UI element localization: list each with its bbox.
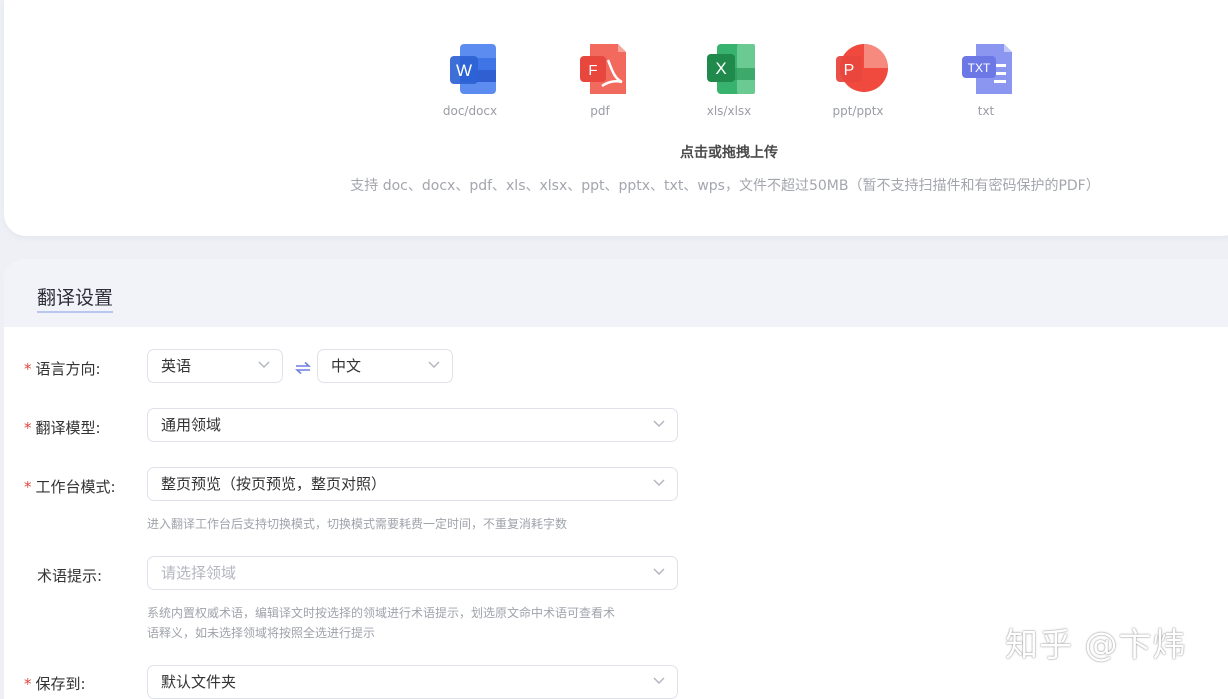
filetype-xls: X xls/xlsx xyxy=(679,40,779,118)
svg-text:W: W xyxy=(456,61,472,80)
target-language-value: 中文 xyxy=(331,357,362,375)
upload-hint: 支持 doc、docx、pdf、xls、xlsx、ppt、pptx、txt、wp… xyxy=(350,178,1100,194)
chevron-down-icon xyxy=(653,479,665,486)
chevron-down-icon xyxy=(258,361,270,368)
save-folder-select[interactable]: 默认文件夹 xyxy=(147,665,678,699)
svg-text:F: F xyxy=(588,62,597,79)
filetype-txt: TXT txt xyxy=(936,40,1036,118)
txt-file-icon: TXT xyxy=(962,44,1012,94)
required-mark: * xyxy=(24,478,32,496)
source-language-select[interactable]: 英语 xyxy=(147,349,283,383)
chevron-down-icon xyxy=(653,568,665,575)
filetype-ppt: P ppt/pptx xyxy=(808,40,908,118)
language-direction-label: * 语言方向: xyxy=(24,360,101,378)
source-language-value: 英语 xyxy=(161,357,192,375)
required-mark: * xyxy=(24,675,32,693)
filetype-doc: W doc/docx xyxy=(420,40,520,118)
workspace-mode-help: 进入翻译工作台后支持切换模式，切换模式需要耗费一定时间，不重复消耗字数 xyxy=(147,517,568,531)
term-hint-help-line1: 系统内置权威术语，编辑译文时按选择的领域进行术语提示，划选原文命中术语可查看术 xyxy=(147,606,616,620)
watermark: 知乎 @卞炜 xyxy=(1005,625,1187,664)
translation-model-select[interactable]: 通用领域 xyxy=(147,408,678,442)
filetype-label: pdf xyxy=(590,104,610,118)
swap-arrows-icon[interactable] xyxy=(295,361,311,375)
workspace-mode-label: * 工作台模式: xyxy=(24,478,116,496)
save-to-label: * 保存到: xyxy=(24,675,86,693)
svg-text:P: P xyxy=(844,62,855,79)
required-mark: * xyxy=(24,419,32,437)
svg-text:X: X xyxy=(715,59,726,78)
target-language-select[interactable]: 中文 xyxy=(317,349,453,383)
filetype-label: txt xyxy=(977,104,995,118)
term-hint-label: 术语提示: xyxy=(37,567,103,585)
upload-title: 点击或拖拽上传 xyxy=(680,145,778,161)
upload-dropzone[interactable]: W doc/docx F pdf X xls/xlsx P ppt/pptx T… xyxy=(4,0,1228,236)
term-domain-select[interactable]: 请选择领域 xyxy=(147,556,678,590)
translation-model-value: 通用领域 xyxy=(161,416,222,434)
filetype-label: doc/docx xyxy=(442,104,498,118)
svg-text:TXT: TXT xyxy=(968,61,991,75)
translation-model-label: * 翻译模型: xyxy=(24,419,101,437)
workspace-mode-select[interactable]: 整页预览（按页预览，整页对照） xyxy=(147,467,678,501)
settings-header: 翻译设置 xyxy=(4,259,1228,327)
excel-icon: X xyxy=(707,44,755,94)
filetype-pdf: F pdf xyxy=(550,40,650,118)
filetype-label: ppt/pptx xyxy=(832,104,884,118)
chevron-down-icon xyxy=(653,420,665,427)
settings-title: 翻译设置 xyxy=(37,283,114,313)
filetype-label: xls/xlsx xyxy=(706,104,752,118)
term-domain-placeholder: 请选择领域 xyxy=(161,564,237,582)
workspace-mode-value: 整页预览（按页预览，整页对照） xyxy=(161,475,387,493)
pdf-icon: F xyxy=(580,44,626,94)
save-folder-value: 默认文件夹 xyxy=(161,673,237,691)
required-mark: * xyxy=(24,360,32,378)
chevron-down-icon xyxy=(428,361,440,368)
term-hint-help-line2: 语释义，如未选择领域将按照全选进行提示 xyxy=(147,626,376,640)
word-doc-icon: W xyxy=(450,44,496,94)
powerpoint-icon: P xyxy=(836,44,888,92)
chevron-down-icon xyxy=(653,677,665,684)
